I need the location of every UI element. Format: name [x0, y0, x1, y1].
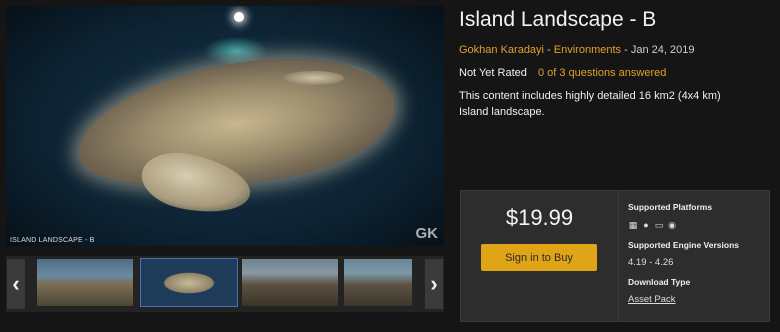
engine-versions: 4.19 - 4.26 — [628, 257, 674, 268]
thumbnail-2[interactable] — [140, 258, 238, 307]
hero-image: ISLAND LANDSCAPE - B GK — [6, 6, 444, 246]
author-link[interactable]: Gokhan Karadayi — [459, 44, 544, 56]
thumbnail-1[interactable] — [37, 259, 133, 306]
linux-icon: ▭ — [654, 220, 664, 230]
category-link[interactable]: Environments — [554, 44, 621, 56]
questions-link[interactable]: 0 of 3 questions answered — [538, 67, 666, 79]
rating-status: Not Yet Rated — [459, 67, 527, 79]
thumbnail-3[interactable] — [242, 259, 338, 306]
product-description: This content includes highly detailed 16… — [459, 90, 721, 118]
product-details: Supported Platforms ▦ ● ▭ ◉ Supported En… — [628, 191, 768, 321]
chevron-right-icon: › — [430, 271, 438, 296]
platform-icons: ▦ ● ▭ ◉ — [628, 220, 677, 230]
download-type: Asset Pack — [628, 294, 676, 305]
meta-separator: - — [621, 44, 631, 56]
supported-platforms-label: Supported Platforms — [628, 202, 713, 212]
rating-row: Not Yet Rated 0 of 3 questions answered — [459, 67, 666, 79]
product-meta: Gokhan Karadayi - Environments - Jan 24,… — [459, 44, 694, 56]
gk-logo: GK — [415, 225, 439, 242]
asset-pack-link[interactable]: Asset Pack — [628, 294, 676, 305]
product-title: Island Landscape - B — [459, 8, 657, 31]
purchase-panel: $19.99 Sign in to Buy Supported Platform… — [460, 190, 770, 322]
thumbnail-4[interactable] — [344, 259, 412, 306]
windows-icon: ▦ — [628, 220, 638, 230]
meta-separator: - — [544, 44, 554, 56]
price-section: $19.99 Sign in to Buy — [461, 191, 619, 321]
thumbnail-strip: ‹ › — [6, 256, 444, 312]
hero-caption: ISLAND LANDSCAPE - B — [10, 237, 95, 244]
apple-icon: ● — [643, 220, 649, 230]
next-image-button[interactable]: › — [425, 259, 443, 309]
download-type-label: Download Type — [628, 277, 691, 287]
price: $19.99 — [505, 205, 574, 230]
sign-in-to-buy-button[interactable]: Sign in to Buy — [481, 244, 597, 271]
islet — [284, 71, 344, 85]
engine-versions-label: Supported Engine Versions — [628, 240, 739, 250]
chevron-left-icon: ‹ — [12, 271, 20, 296]
vr-icon: ◉ — [668, 220, 676, 230]
release-date: Jan 24, 2019 — [630, 44, 695, 56]
prev-image-button[interactable]: ‹ — [7, 259, 25, 309]
sun-reflection — [234, 12, 244, 22]
